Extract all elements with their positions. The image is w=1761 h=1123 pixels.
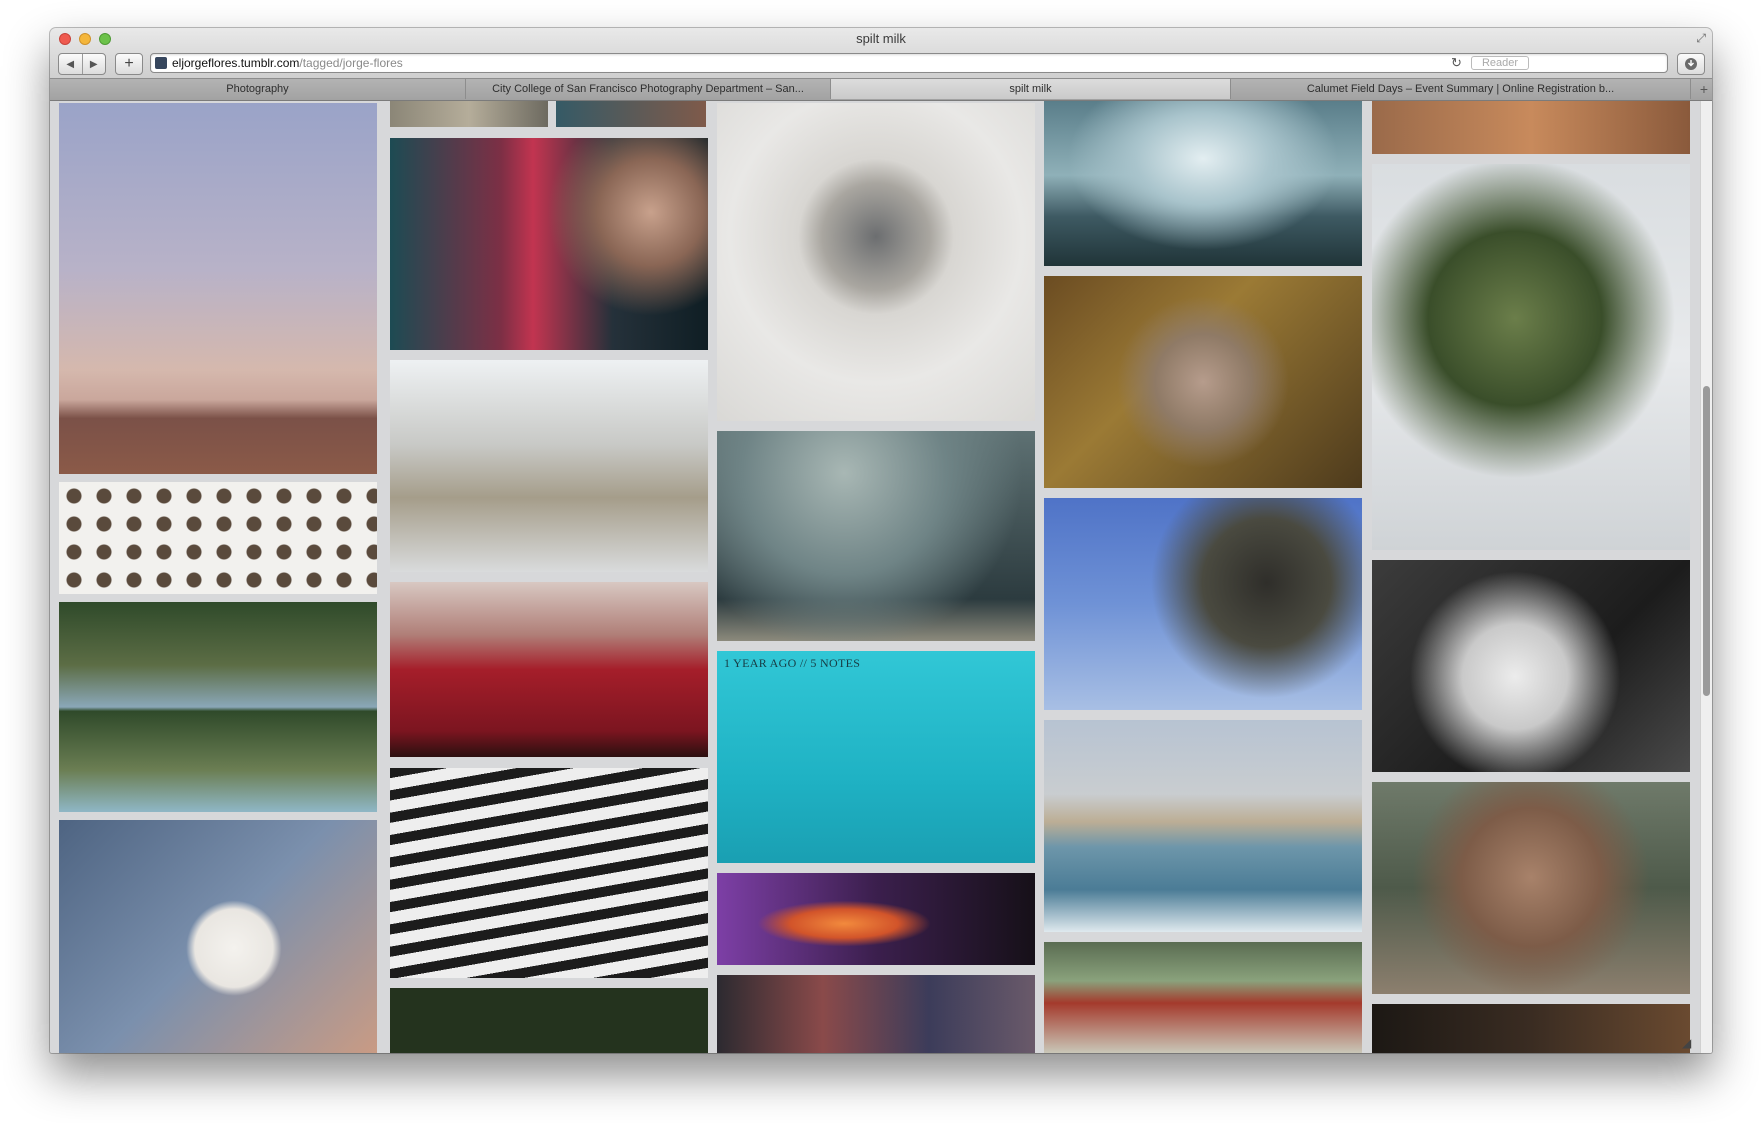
photo-post-candle[interactable] [717, 873, 1035, 965]
browser-window: spilt milk ⤢ ◀ ▶ + eljorgeflores.tumblr.… [50, 28, 1712, 1053]
photo-post-double-exposure-flowers[interactable] [1044, 276, 1362, 488]
new-tab-button[interactable]: + [1700, 80, 1708, 98]
tumblr-favicon-icon [155, 57, 167, 69]
vertical-scrollbar[interactable] [1700, 101, 1712, 1053]
back-button[interactable]: ◀ [59, 54, 82, 74]
scrollbar-thumb[interactable] [1703, 386, 1710, 696]
reload-icon[interactable]: ↻ [1451, 55, 1462, 71]
tab-bar: Photography City College of San Francisc… [50, 79, 1712, 101]
tab-ccsf-photography[interactable]: City College of San Francisco Photograph… [466, 79, 831, 99]
tab-photography[interactable]: Photography [50, 79, 466, 99]
photo-post-girl-light-painting[interactable] [1372, 560, 1690, 772]
photo-post-crowded-beach[interactable] [1044, 720, 1362, 932]
reader-button[interactable]: Reader [1471, 56, 1529, 70]
photo-post-cat[interactable] [1372, 1004, 1690, 1053]
window-title: spilt milk [856, 31, 906, 46]
photo-post-underwater[interactable]: 1 YEAR AGO // 5 NOTES [717, 651, 1035, 863]
photo-post-market[interactable] [1044, 942, 1362, 1053]
photo-post-red-berries-tree[interactable] [1372, 164, 1690, 550]
add-bookmark-button[interactable]: + [115, 53, 143, 75]
tumblr-photo-grid: 1 YEAR AGO // 5 NOTES ◢ [50, 101, 1712, 1053]
download-icon [1685, 58, 1697, 70]
resize-grip-icon[interactable]: ◢ [1682, 1036, 1691, 1050]
photo-post-puppy[interactable] [59, 820, 377, 1053]
photo-post-mountain-sunset[interactable] [59, 103, 377, 474]
photo-post-dark-green[interactable] [390, 988, 708, 1053]
url-path: /tagged/jorge-flores [299, 56, 403, 70]
photo-post-silhouette-beach[interactable] [717, 431, 1035, 641]
photo-post-pool-sequence[interactable] [59, 602, 377, 812]
tab-spilt-milk[interactable]: spilt milk [831, 79, 1231, 99]
photo-post-blurred-crowd[interactable] [717, 975, 1035, 1053]
photo-post-aerial-map[interactable] [390, 101, 548, 127]
photo-post-red-couch-legs[interactable] [390, 582, 708, 757]
back-forward-buttons: ◀ ▶ [58, 53, 106, 75]
photo-post-floral-pattern[interactable] [59, 482, 377, 594]
photo-post-partial[interactable] [556, 101, 706, 127]
photo-post-foggy-sea[interactable] [1044, 101, 1362, 266]
tab-calumet-field-days[interactable]: Calumet Field Days – Event Summary | Onl… [1231, 79, 1691, 99]
url-domain: eljorgeflores.tumblr.com [172, 56, 300, 70]
photo-post-fountain[interactable] [390, 360, 708, 572]
photo-post-woman-portrait[interactable] [390, 138, 708, 350]
post-notes-caption[interactable]: 1 YEAR AGO // 5 NOTES [724, 656, 860, 671]
forward-button[interactable]: ▶ [81, 54, 106, 74]
photo-post-three-friends[interactable] [1372, 782, 1690, 994]
browser-toolbar: spilt milk ⤢ ◀ ▶ + eljorgeflores.tumblr.… [50, 28, 1712, 79]
address-bar[interactable]: eljorgeflores.tumblr.com/tagged/jorge-fl… [150, 53, 1668, 73]
fullscreen-icon[interactable]: ⤢ [1696, 31, 1706, 46]
downloads-button[interactable] [1677, 53, 1705, 75]
url-text[interactable]: eljorgeflores.tumblr.com/tagged/jorge-fl… [172, 56, 403, 70]
photo-post-jar-flowers[interactable] [717, 103, 1035, 421]
photo-post-desert-film[interactable] [1372, 101, 1690, 154]
photo-post-tree-sky[interactable] [1044, 498, 1362, 710]
photo-post-skull-bottle[interactable] [390, 768, 708, 978]
